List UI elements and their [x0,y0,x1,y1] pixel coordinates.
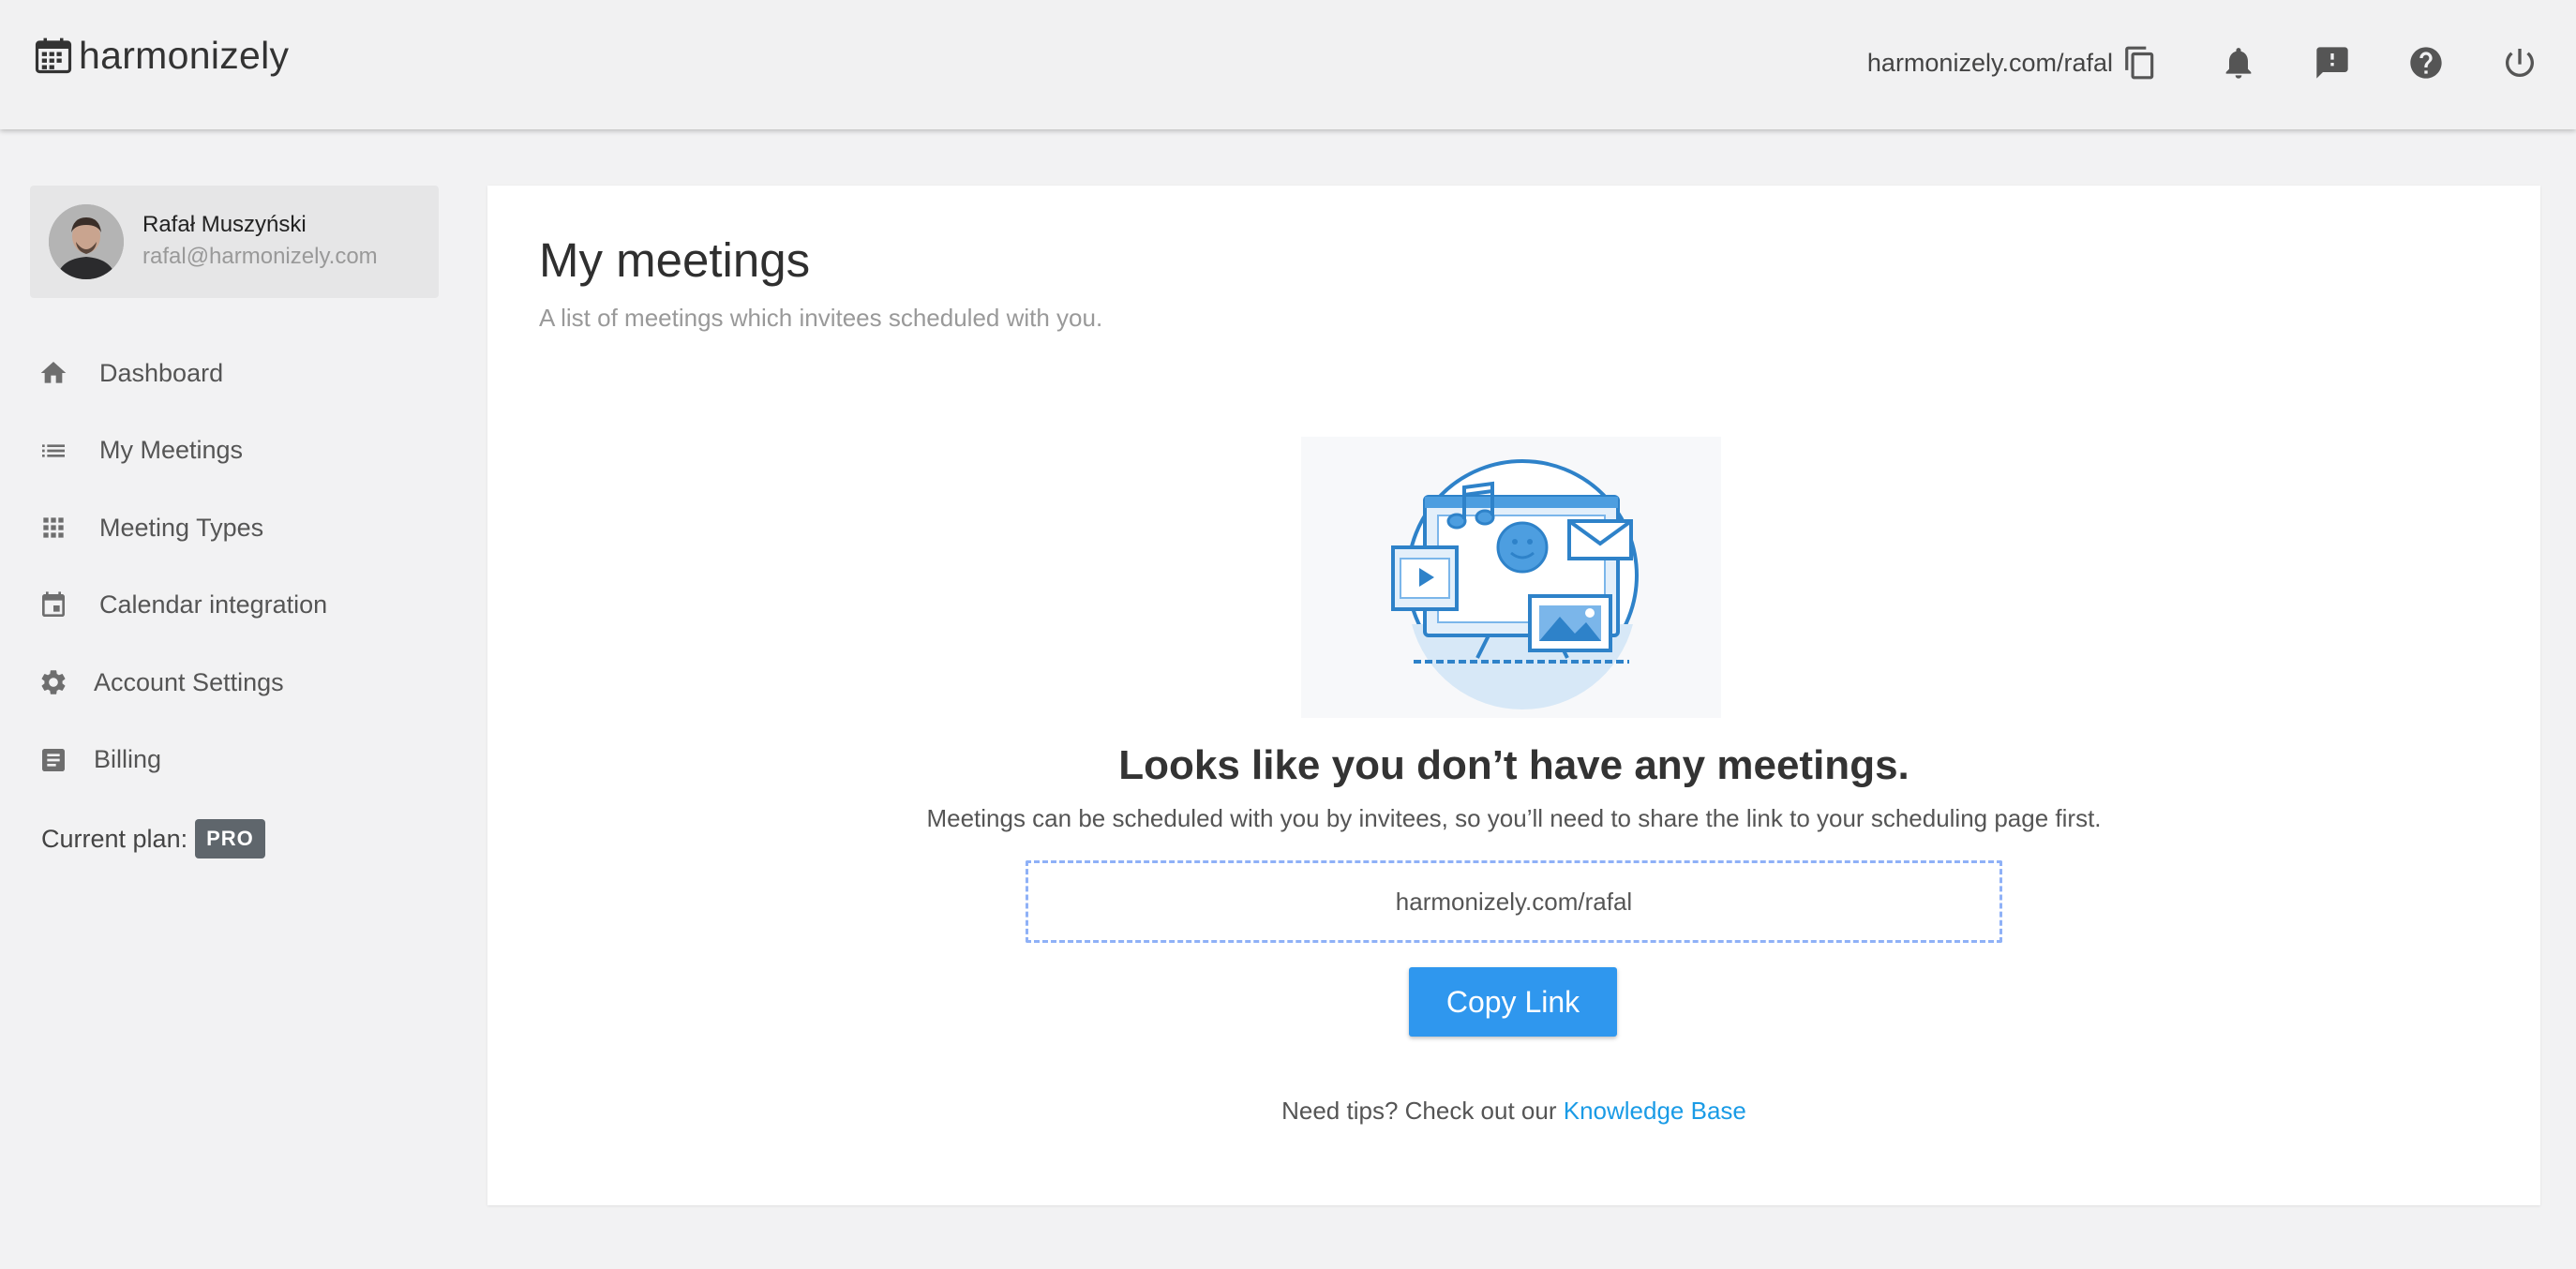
profile-email: rafal@harmonizely.com [142,244,378,269]
sidebar-item-my-meetings[interactable]: My Meetings [37,412,441,490]
empty-state-illustration [1301,437,1721,718]
copy-icon [2125,46,2154,80]
sidebar-item-billing[interactable]: Billing [37,722,441,799]
plan-badge: PRO [195,819,265,858]
sidebar-item-label: My Meetings [99,436,244,465]
billing-icon [42,748,65,771]
page-subtitle: A list of meetings which invitees schedu… [539,304,1103,332]
user-profile: Rafał Muszyński rafal@harmonizely.com [30,186,439,298]
notifications-button[interactable] [2192,16,2285,110]
feedback-button[interactable] [2285,16,2379,110]
calendar-icon [35,37,72,74]
logo-text: harmonizely [79,33,290,77]
sidebar-item-label: Account Settings [94,667,284,696]
sidebar-item-label: Dashboard [99,358,224,387]
feedback-icon [2316,47,2348,79]
main-card: My meetings A list of meetings which inv… [487,186,2540,1205]
sidebar-item-calendar-integration[interactable]: Calendar integration [37,567,441,645]
profile-name: Rafał Muszyński [142,212,307,237]
top-bar: harmonizely harmonizely.com/rafal [0,0,2576,129]
home-icon [40,362,67,383]
tips-text: Need tips? Check out our Knowledge Base [487,1097,2540,1126]
help-button[interactable] [2379,16,2473,110]
current-plan: Current plan: PRO [41,819,265,858]
sidebar-item-dashboard[interactable]: Dashboard [37,335,441,412]
list-icon [42,444,65,457]
sidebar-item-label: Billing [94,745,162,774]
header-actions: harmonizely.com/rafal [1867,0,2576,126]
tips-label: Need tips? Check out our [1281,1097,1564,1125]
grid-icon [43,517,64,538]
power-icon [2506,49,2534,77]
sidebar-item-meeting-types[interactable]: Meeting Types [37,489,441,567]
scheduling-link[interactable]: harmonizely.com/rafal [1867,49,2113,78]
copy-link-button[interactable] [2117,16,2164,110]
sidebar-item-account-settings[interactable]: Account Settings [37,644,441,722]
avatar [49,204,124,279]
copy-link-button[interactable]: Copy Link [1409,967,1617,1037]
empty-state-title: Looks like you don’t have any meetings. [1118,742,1910,788]
gear-icon [41,670,66,695]
help-icon [2410,47,2442,79]
logo[interactable]: harmonizely [34,32,289,79]
plan-label: Current plan: [41,824,188,853]
logout-button[interactable] [2473,16,2567,110]
empty-state-description: Meetings can be scheduled with you by in… [926,804,2102,832]
sidebar-nav: Dashboard My Meetings Meeting Types Cale… [37,335,441,799]
bell-icon [2225,48,2252,79]
scheduling-link-field[interactable]: harmonizely.com/rafal [1026,860,2002,943]
calendar-icon [42,591,65,617]
knowledge-base-link[interactable]: Knowledge Base [1564,1097,1746,1125]
page-title: My meetings [539,233,811,287]
sidebar-item-label: Meeting Types [99,513,264,542]
sidebar-item-label: Calendar integration [99,590,328,620]
